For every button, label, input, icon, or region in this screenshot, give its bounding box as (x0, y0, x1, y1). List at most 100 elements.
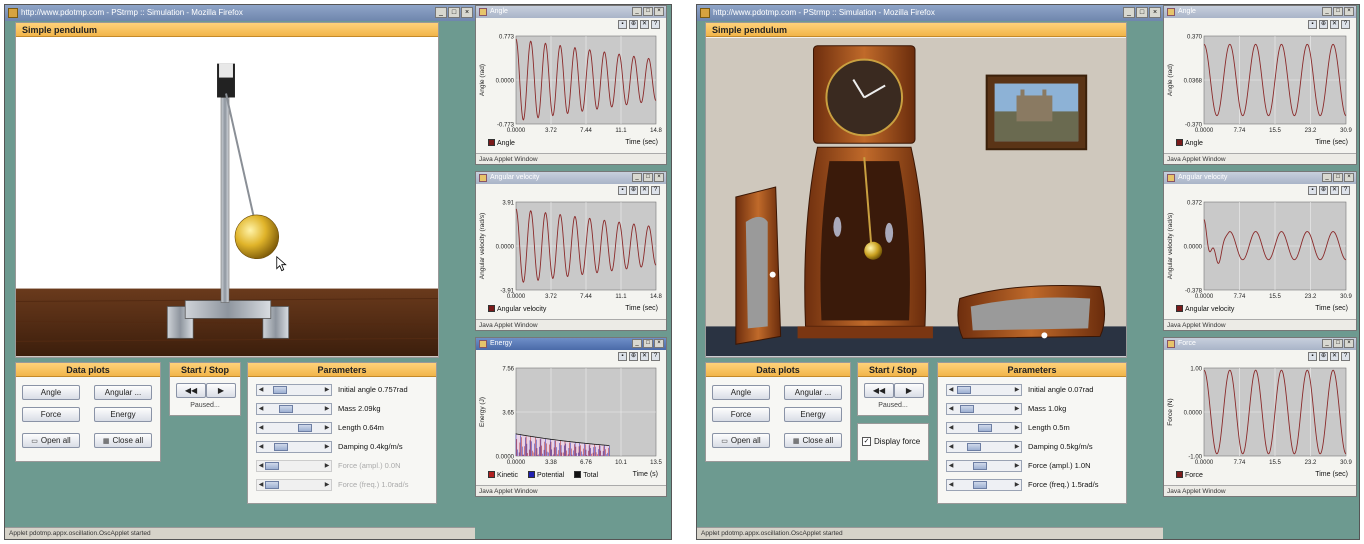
slider-right-arrow-icon[interactable]: ▶ (1013, 442, 1021, 452)
slider-left-arrow-icon[interactable]: ◀ (947, 480, 955, 490)
slider-left-arrow-icon[interactable]: ◀ (947, 385, 955, 395)
close-icon[interactable]: × (654, 7, 664, 16)
close-all-button[interactable]: ▦ Close all (784, 433, 842, 448)
close-icon[interactable]: × (654, 173, 664, 182)
clear-icon[interactable]: ✕ (1330, 186, 1339, 195)
maximize-icon[interactable]: □ (643, 7, 653, 16)
slider-left-arrow-icon[interactable]: ◀ (257, 385, 265, 395)
save-icon[interactable]: ▪ (1308, 186, 1317, 195)
angular-velocity-plot-button[interactable]: Angular ... (784, 385, 842, 400)
save-icon[interactable]: ▪ (1308, 352, 1317, 361)
slider-right-arrow-icon[interactable]: ▶ (323, 442, 331, 452)
minimize-icon[interactable]: _ (1322, 7, 1332, 16)
rewind-button[interactable]: ◀◀ (864, 383, 894, 398)
zoom-icon[interactable]: ⊕ (629, 352, 638, 361)
maximize-icon[interactable]: □ (1333, 339, 1343, 348)
maximize-icon[interactable]: □ (643, 173, 653, 182)
slider-thumb[interactable] (966, 442, 981, 451)
right-angle-graph-window[interactable]: Angle _ □ × ▪ ⊕ ✕? 0.370 0.0368 -0.370 0.0000 7.74 1… (1163, 5, 1357, 165)
right-force-graph-window[interactable]: Force _ □ × ▪ ⊕ ✕? 1.00 0.0000 -1.00 0.0000 7.74 15.… (1163, 337, 1357, 497)
angle-plot-button[interactable]: Angle (22, 385, 80, 400)
save-icon[interactable]: ▪ (618, 186, 627, 195)
parameter-slider[interactable]: ◀ ▶ (256, 440, 332, 453)
parameter-slider[interactable]: ◀ ▶ (946, 402, 1022, 415)
zoom-icon[interactable]: ⊕ (1319, 186, 1328, 195)
parameter-slider[interactable]: ◀ ▶ (946, 421, 1022, 434)
graph-titlebar[interactable]: Energy _ □ × (476, 338, 666, 350)
zoom-icon[interactable]: ⊕ (1319, 352, 1328, 361)
help-icon[interactable]: ? (1341, 20, 1350, 29)
slider-thumb[interactable] (274, 442, 289, 451)
slider-thumb[interactable] (957, 385, 972, 394)
save-icon[interactable]: ▪ (618, 20, 627, 29)
right-angular-velocity-graph-window[interactable]: Angular velocity _ □ × ▪ ⊕ ✕? 0.372 0.0000 -0.378… (1163, 171, 1357, 331)
minimize-icon[interactable]: _ (1322, 173, 1332, 182)
graph-titlebar[interactable]: Angular velocity _ □ × (476, 172, 666, 184)
angle-plot-button[interactable]: Angle (712, 385, 770, 400)
help-icon[interactable]: ? (651, 20, 660, 29)
slider-right-arrow-icon[interactable]: ▶ (1013, 423, 1021, 433)
energy-plot-button[interactable]: Energy (784, 407, 842, 422)
parameter-slider[interactable]: ◀ ▶ (256, 383, 332, 396)
parameter-slider[interactable]: ◀ ▶ (256, 421, 332, 434)
minimize-icon[interactable]: _ (435, 7, 447, 18)
close-icon[interactable]: × (461, 7, 473, 18)
maximize-icon[interactable]: □ (448, 7, 460, 18)
force-plot-button[interactable]: Force (712, 407, 770, 422)
save-icon[interactable]: ▪ (618, 352, 627, 361)
slider-right-arrow-icon[interactable]: ▶ (323, 423, 331, 433)
parameter-slider[interactable]: ◀ ▶ (946, 459, 1022, 472)
play-button[interactable]: ▶ (894, 383, 924, 398)
parameter-slider[interactable]: ◀ ▶ (256, 402, 332, 415)
slider-right-arrow-icon[interactable]: ▶ (1013, 404, 1021, 414)
zoom-icon[interactable]: ⊕ (629, 20, 638, 29)
maximize-icon[interactable]: □ (1333, 173, 1343, 182)
graph-titlebar[interactable]: Angle _ □ × (476, 6, 666, 18)
clear-icon[interactable]: ✕ (640, 20, 649, 29)
parameter-slider[interactable]: ◀ ▶ (946, 440, 1022, 453)
zoom-icon[interactable]: ⊕ (629, 186, 638, 195)
maximize-icon[interactable]: □ (643, 339, 653, 348)
minimize-icon[interactable]: _ (632, 173, 642, 182)
minimize-icon[interactable]: _ (632, 7, 642, 16)
left-angle-graph-window[interactable]: Angle _ □ × ▪ ⊕ ✕? 0.773 0.0000 -0.773 0.0000 3.72 7… (475, 5, 667, 165)
clear-icon[interactable]: ✕ (1330, 20, 1339, 29)
slider-thumb[interactable] (959, 404, 974, 413)
close-icon[interactable]: × (1344, 173, 1354, 182)
close-all-button[interactable]: ▦ Close all (94, 433, 152, 448)
close-icon[interactable]: × (1344, 339, 1354, 348)
angular-velocity-plot-button[interactable]: Angular ... (94, 385, 152, 400)
slider-left-arrow-icon[interactable]: ◀ (947, 423, 955, 433)
clear-icon[interactable]: ✕ (1330, 352, 1339, 361)
slider-left-arrow-icon[interactable]: ◀ (947, 461, 955, 471)
left-angular-velocity-graph-window[interactable]: Angular velocity _ □ × ▪ ⊕ ✕? 3.91 0.0000 -3.91 0.… (475, 171, 667, 331)
graph-titlebar[interactable]: Angular velocity _ □ × (1164, 172, 1356, 184)
slider-thumb[interactable] (973, 461, 988, 470)
help-icon[interactable]: ? (651, 352, 660, 361)
clear-icon[interactable]: ✕ (640, 352, 649, 361)
play-button[interactable]: ▶ (206, 383, 236, 398)
slider-right-arrow-icon[interactable]: ▶ (323, 404, 331, 414)
slider-thumb[interactable] (978, 423, 992, 432)
slider-right-arrow-icon[interactable]: ▶ (323, 385, 331, 395)
close-icon[interactable]: × (1149, 7, 1161, 18)
clear-icon[interactable]: ✕ (640, 186, 649, 195)
parameter-slider[interactable]: ◀ ▶ (946, 478, 1022, 491)
slider-thumb[interactable] (298, 423, 313, 432)
display-force-checkbox[interactable]: ✓ Display force (862, 437, 920, 446)
rewind-button[interactable]: ◀◀ (176, 383, 206, 398)
slider-left-arrow-icon[interactable]: ◀ (257, 404, 265, 414)
open-all-button[interactable]: ▭ Open all (712, 433, 770, 448)
help-icon[interactable]: ? (1341, 352, 1350, 361)
close-icon[interactable]: × (654, 339, 664, 348)
slider-thumb[interactable] (273, 385, 288, 394)
help-icon[interactable]: ? (1341, 186, 1350, 195)
open-all-button[interactable]: ▭ Open all (22, 433, 80, 448)
zoom-icon[interactable]: ⊕ (1319, 20, 1328, 29)
minimize-icon[interactable]: _ (1322, 339, 1332, 348)
force-plot-button[interactable]: Force (22, 407, 80, 422)
energy-plot-button[interactable]: Energy (94, 407, 152, 422)
parameter-slider[interactable]: ◀ ▶ (946, 383, 1022, 396)
slider-right-arrow-icon[interactable]: ▶ (1013, 385, 1021, 395)
slider-left-arrow-icon[interactable]: ◀ (257, 423, 265, 433)
